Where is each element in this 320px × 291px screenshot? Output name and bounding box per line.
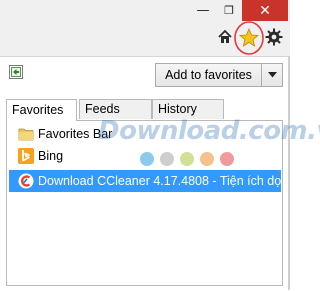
- watermark-dot: [220, 152, 234, 166]
- favorites-center-panel: Add to favorites Favorites Feeds History…: [0, 56, 290, 290]
- list-item-download-ccleaner[interactable]: Download CCleaner 4.17.4808 - Tiện ích d…: [9, 170, 281, 192]
- list-item-favorites-bar[interactable]: Favorites Bar: [9, 124, 281, 144]
- add-to-favorites-button[interactable]: Add to favorites: [155, 63, 262, 87]
- folder-icon: [18, 126, 34, 142]
- bing-icon: [18, 148, 34, 164]
- close-button[interactable]: ✕: [242, 0, 288, 21]
- favorites-list: Favorites Bar Bing Download CCleaner 4.1…: [6, 120, 283, 286]
- tab-history[interactable]: History: [152, 99, 224, 119]
- watermark-dots: [140, 152, 234, 166]
- minimize-button[interactable]: —: [190, 0, 216, 21]
- pin-to-left-icon: [11, 67, 21, 77]
- watermark-dot: [160, 152, 174, 166]
- window-titlebar: — ❐ ✕: [0, 0, 290, 56]
- add-to-favorites-dropdown[interactable]: [262, 63, 283, 87]
- restore-button[interactable]: ❐: [216, 0, 242, 21]
- watermark-dot: [180, 152, 194, 166]
- tab-feeds[interactable]: Feeds: [79, 99, 152, 119]
- list-item-label: Favorites Bar: [38, 127, 113, 141]
- list-item-label: Bing: [38, 149, 64, 163]
- watermark-dot: [200, 152, 214, 166]
- chevron-down-icon: [267, 72, 277, 78]
- list-item-label: Download CCleaner 4.17.4808 - Tiện ích d…: [38, 174, 281, 188]
- gear-icon[interactable]: [264, 27, 284, 47]
- favorites-star-icon[interactable]: [232, 20, 266, 56]
- pin-to-left-button[interactable]: [9, 65, 23, 79]
- tab-favorites[interactable]: Favorites: [6, 99, 77, 121]
- ccleaner-icon: [18, 173, 34, 189]
- watermark-dot: [140, 152, 154, 166]
